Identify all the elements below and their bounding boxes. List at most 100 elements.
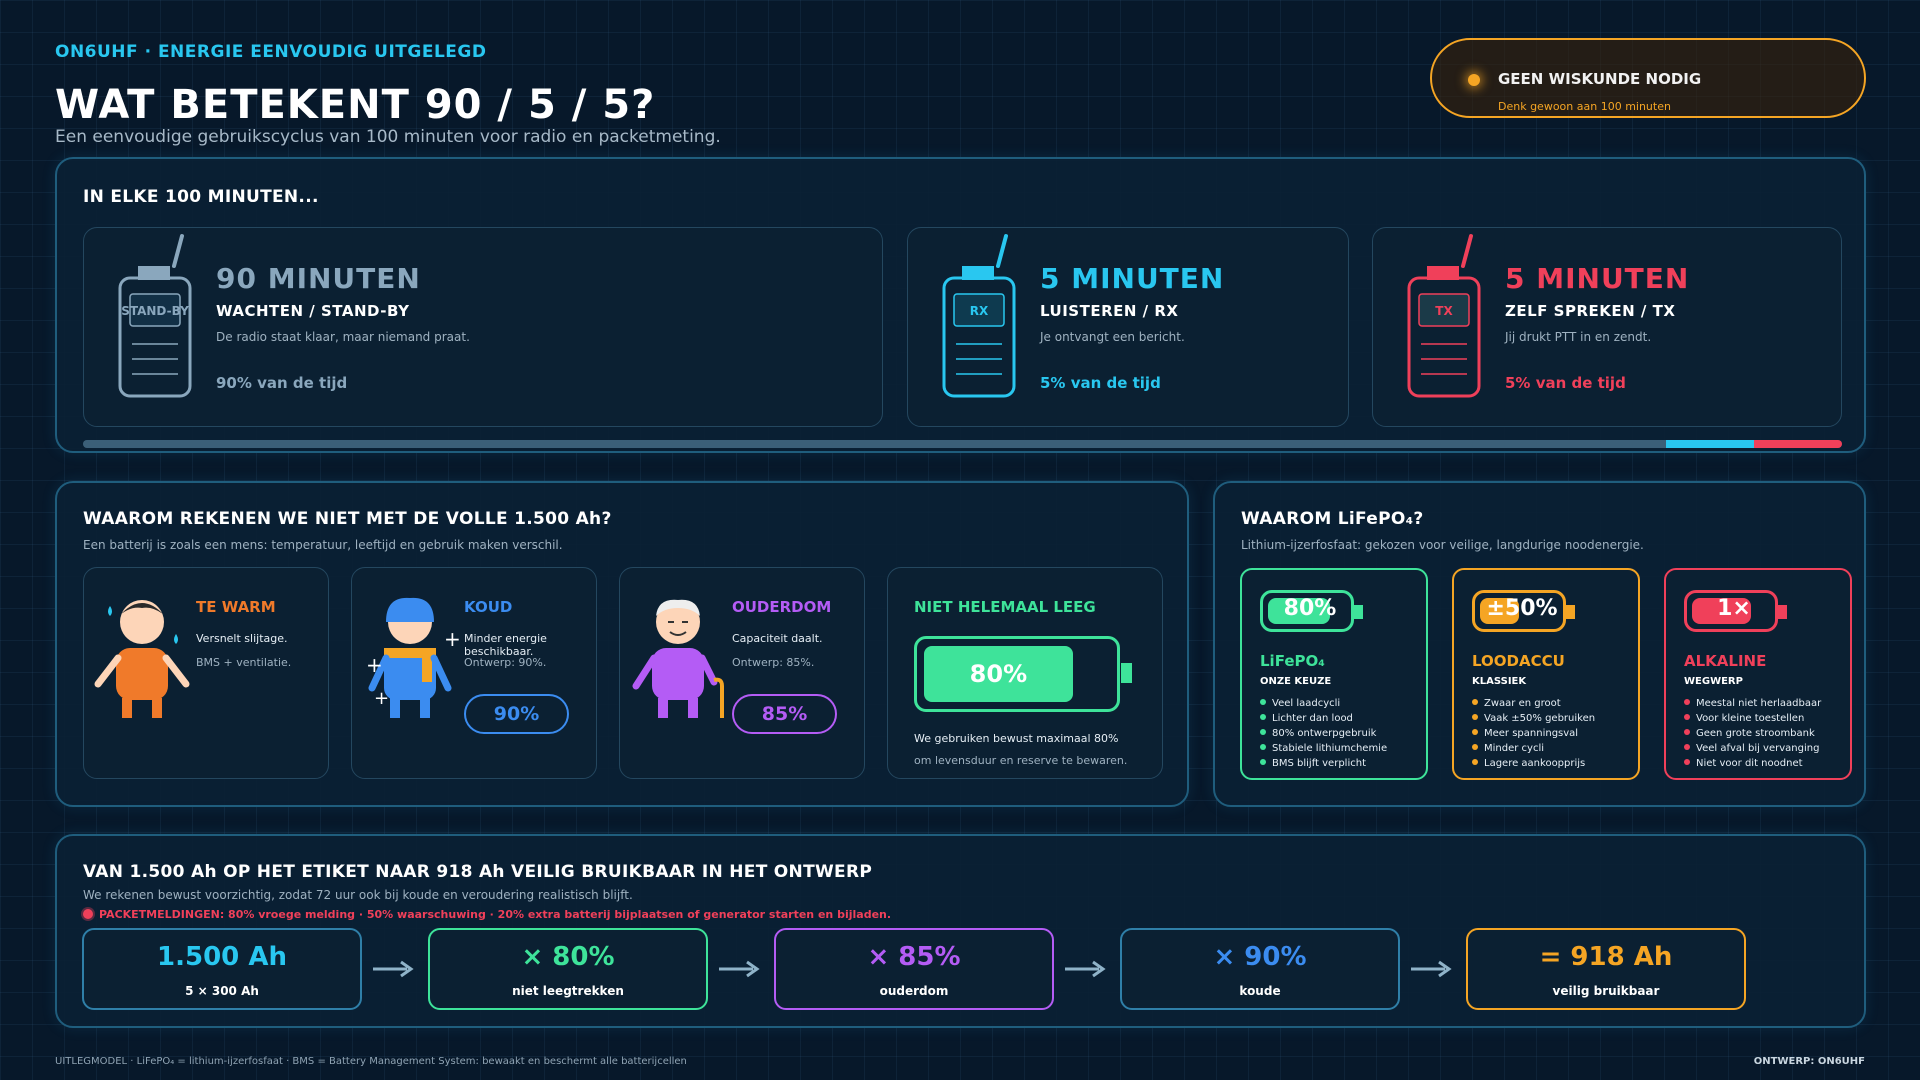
chem-name: ALKALINE: [1684, 652, 1767, 670]
chem-points: Zwaar en groot Vaak ±50% gebruiken Meer …: [1472, 696, 1595, 771]
list-item: 80% ontwerpgebruik: [1260, 726, 1387, 741]
list-item: Voor kleine toestellen: [1684, 711, 1821, 726]
arrow-right-icon: [719, 960, 760, 978]
chem-tag: WEGWERP: [1684, 676, 1743, 687]
svg-text:+: +: [444, 627, 461, 651]
chem-tag: KLASSIEK: [1472, 676, 1527, 687]
elderly-person-icon: [632, 599, 724, 718]
list-item: Vaak ±50% gebruiken: [1472, 711, 1595, 726]
step-label: niet leegtrekken: [512, 984, 624, 998]
calc-step-label: 1.500 Ah 5 × 300 Ah: [82, 928, 362, 1010]
step-label: veilig bruikbaar: [1552, 984, 1660, 998]
age-title: OUDERDOM: [732, 598, 832, 616]
tx-share: 5% van de tijd: [1505, 374, 1626, 392]
derating-panel: WAAROM REKENEN WE NIET MET DE VOLLE 1.50…: [55, 481, 1189, 807]
chem-name: LiFePO₄: [1260, 652, 1325, 670]
battery-icon: 1×: [1684, 590, 1787, 632]
tx-desc: Jij drukt PTT in en zendt.: [1505, 330, 1652, 344]
cold-title: KOUD: [464, 598, 513, 616]
glow-dot-icon: [1468, 74, 1480, 86]
rx-share: 5% van de tijd: [1040, 374, 1161, 392]
chem-name: LOODACCU: [1472, 652, 1565, 670]
no-math-badge: GEEN WISKUNDE NODIG Denk gewoon aan 100 …: [1430, 38, 1866, 118]
chem-tag: ONZE KEUZE: [1260, 676, 1332, 687]
mode-card-tx: TX 5 MINUTEN ZELF SPREKEN / TX Jij drukt…: [1372, 227, 1842, 427]
radio-screen-label: TX: [1435, 304, 1453, 318]
chem-card-alkaline: 1× ALKALINE WEGWERP Meestal niet herlaad…: [1664, 568, 1852, 780]
list-item: Geen grote stroombank: [1684, 726, 1821, 741]
age-factor-badge: 85%: [732, 694, 837, 734]
cycle-title: IN ELKE 100 MINUTEN...: [83, 187, 319, 207]
derating-title: WAAROM REKENEN WE NIET MET DE VOLLE 1.50…: [83, 509, 612, 529]
chemistry-subtitle: Lithium-ijzerfosfaat: gekozen voor veili…: [1241, 538, 1644, 552]
step-label: koude: [1239, 984, 1281, 998]
packet-alert: PACKETMELDINGEN: 80% vroege melding · 50…: [83, 908, 891, 921]
chem-badge: 1×: [1717, 596, 1751, 621]
cold-desc: Minder energie beschikbaar.: [464, 632, 547, 658]
too-warm-desc: Versnelt slijtage.: [196, 632, 288, 645]
rx-label: LUISTEREN / RX: [1040, 302, 1179, 320]
list-item: Meestal niet herlaadbaar: [1684, 696, 1821, 711]
rx-desc: Je ontvangt een bericht.: [1040, 330, 1185, 344]
cycle-bar-segment: [1666, 440, 1755, 448]
card-age: OUDERDOM Capaciteit daalt. Ontwerp: 85%.…: [619, 567, 865, 779]
cycle-bar-segment: [1754, 440, 1842, 448]
alert-dot-icon: [83, 909, 93, 919]
mode-card-rx: RX 5 MINUTEN LUISTEREN / RX Je ontvangt …: [907, 227, 1349, 427]
chem-points: Veel laadcycli Lichter dan lood 80% ontw…: [1260, 696, 1387, 771]
age-sub: Ontwerp: 85%.: [732, 656, 815, 669]
battery-terminal: [1121, 663, 1132, 683]
standby-share: 90% van de tijd: [216, 374, 348, 392]
calc-step-depth: × 80% niet leegtrekken: [428, 928, 708, 1010]
chem-card-lifepo4: 80% LiFePO₄ ONZE KEUZE Veel laadcycli Li…: [1240, 568, 1428, 780]
list-item: Veel afval bij vervanging: [1684, 741, 1821, 756]
svg-text:+: +: [374, 688, 389, 709]
age-desc: Capaciteit daalt.: [732, 632, 823, 645]
standby-label: WACHTEN / STAND-BY: [216, 302, 410, 320]
battery-percent: 80%: [969, 660, 1028, 688]
card-cold: + + + KOUD Minder energie beschikbaar. O…: [351, 567, 597, 779]
badge-subtitle: Denk gewoon aan 100 minuten: [1498, 100, 1671, 113]
cycle-proportion-bar: [83, 440, 1842, 448]
cycle-bar-segment: [83, 440, 1667, 448]
standby-minutes: 90 MINUTEN: [216, 262, 421, 295]
not-empty-sub: om levensduur en reserve te bewaren.: [914, 754, 1128, 767]
step-label: 5 × 300 Ah: [185, 984, 259, 998]
overheated-person-icon: [94, 600, 190, 718]
radio-screen-label: RX: [970, 304, 989, 318]
cold-sub: Ontwerp: 90%.: [464, 656, 547, 669]
page-title: WAT BETEKENT 90 / 5 / 5?: [55, 82, 656, 128]
brand-label: ON6UHF · ENERGIE EENVOUDIG UITGELEGD: [55, 42, 487, 62]
footer-credit: ONTWERP: ON6UHF: [1753, 1056, 1865, 1067]
calc-title: VAN 1.500 Ah OP HET ETIKET NAAR 918 Ah V…: [83, 862, 873, 882]
step-value: = 918 Ah: [1539, 942, 1673, 972]
chem-points: Meestal niet herlaadbaar Voor kleine toe…: [1684, 696, 1821, 771]
standby-desc: De radio staat klaar, maar niemand praat…: [216, 330, 470, 344]
list-item: BMS blijft verplicht: [1260, 756, 1387, 771]
card-too-warm: TE WARM Versnelt slijtage. BMS + ventila…: [83, 567, 329, 779]
list-item: Stabiele lithiumchemie: [1260, 741, 1387, 756]
badge-title: GEEN WISKUNDE NODIG: [1498, 70, 1702, 88]
calc-subtitle: We rekenen bewust voorzichtig, zodat 72 …: [83, 888, 633, 902]
cycle-panel: IN ELKE 100 MINUTEN... STAND-BY 90 MINUT…: [55, 157, 1866, 453]
calc-step-age: × 85% ouderdom: [774, 928, 1054, 1010]
mode-card-standby: STAND-BY 90 MINUTEN WACHTEN / STAND-BY D…: [83, 227, 883, 427]
chem-badge: ±50%: [1486, 596, 1558, 621]
tx-minutes: 5 MINUTEN: [1505, 262, 1690, 295]
alert-text: PACKETMELDINGEN: 80% vroege melding · 50…: [99, 908, 892, 921]
cold-factor-badge: 90%: [464, 694, 569, 734]
battery-icon: ±50%: [1472, 590, 1575, 632]
not-empty-desc: We gebruiken bewust maximaal 80%: [914, 732, 1119, 745]
list-item: Meer spanningsval: [1472, 726, 1595, 741]
card-not-empty: NIET HELEMAAL LEEG 80% We gebruiken bewu…: [887, 567, 1163, 779]
not-empty-title: NIET HELEMAAL LEEG: [914, 598, 1096, 616]
footer-note: UITLEGMODEL · LiFePO₄ = lithium-ijzerfos…: [55, 1056, 687, 1067]
cold-person-icon: + + +: [366, 597, 461, 718]
step-value: × 80%: [521, 942, 615, 972]
battery-80-icon: 80%: [914, 636, 1132, 712]
radio-rx-icon: RX: [942, 234, 1016, 398]
list-item: Lichter dan lood: [1260, 711, 1387, 726]
arrow-right-icon: [1065, 960, 1106, 978]
radio-standby-icon: STAND-BY: [118, 234, 192, 398]
chemistry-title: WAAROM LiFePO₄?: [1241, 509, 1424, 529]
